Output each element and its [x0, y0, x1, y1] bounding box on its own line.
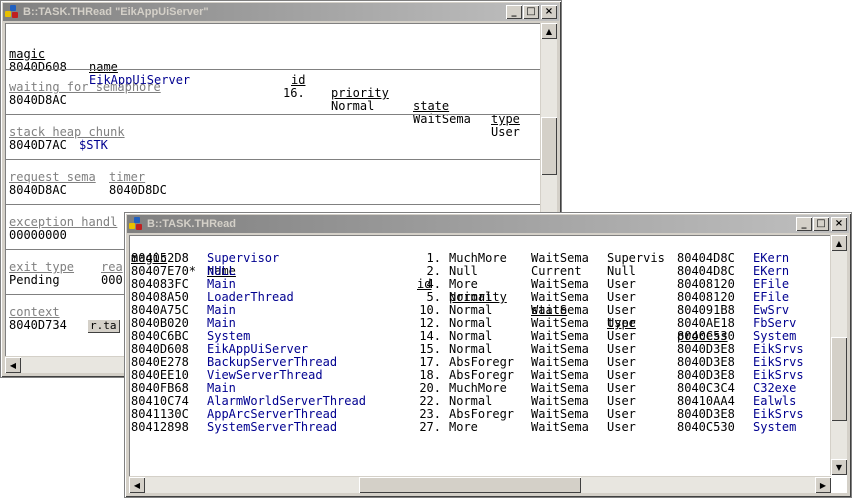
- vertical-scrollbar[interactable]: ▲ ▼: [830, 235, 847, 475]
- app-icon: [129, 217, 143, 231]
- scroll-left-icon[interactable]: ◀: [129, 477, 145, 493]
- row-id: 16.: [283, 86, 305, 100]
- divider: [5, 249, 135, 250]
- context-value[interactable]: 8040D734: [9, 319, 67, 332]
- cell-priority: More: [449, 420, 478, 434]
- cell-state: WaitSema: [531, 420, 589, 434]
- list-window-title: B::TASK.THRead: [147, 218, 237, 230]
- divider: [5, 294, 135, 295]
- close-icon[interactable]: ×: [541, 5, 557, 19]
- exception-value[interactable]: 00000000: [9, 229, 67, 242]
- list-window-titlebar[interactable]: B::TASK.THRead _ □ ×: [127, 215, 849, 233]
- timer-value[interactable]: 8040D8DC: [109, 184, 167, 197]
- divider: [5, 69, 543, 70]
- stack-value[interactable]: 8040D7AC: [9, 139, 67, 152]
- cell-id: 27.: [419, 420, 441, 434]
- scroll-thumb[interactable]: [831, 337, 847, 421]
- minimize-icon[interactable]: _: [506, 5, 522, 19]
- scroll-left-icon[interactable]: ◀: [5, 357, 21, 373]
- scroll-right-icon[interactable]: ▶: [815, 477, 831, 493]
- row-priority: Normal: [331, 99, 375, 113]
- scroll-up-icon[interactable]: ▲: [831, 235, 847, 251]
- exit-reason-value: 000: [101, 273, 123, 287]
- maximize-icon[interactable]: □: [813, 217, 829, 231]
- row-type: User: [491, 125, 520, 139]
- cell-owner[interactable]: System: [753, 421, 796, 434]
- divider: [5, 159, 543, 160]
- context-register-button[interactable]: r.ta: [87, 319, 120, 333]
- semaphore-value[interactable]: 8040D8AC: [9, 94, 67, 107]
- cell-type: User: [607, 420, 636, 434]
- cell-name[interactable]: SystemServerThread: [207, 421, 337, 434]
- scroll-down-icon[interactable]: ▼: [831, 459, 847, 475]
- detail-window-titlebar[interactable]: B::TASK.THRead "EikAppUiServer" _ □ ×: [3, 3, 559, 21]
- cell-magic[interactable]: 80412898: [131, 421, 189, 434]
- divider: [5, 114, 543, 115]
- close-icon[interactable]: ×: [831, 217, 847, 231]
- row-magic[interactable]: 8040D608: [9, 61, 67, 74]
- hscroll-thumb[interactable]: [359, 477, 581, 493]
- request-sema-value[interactable]: 8040D8AC: [9, 184, 67, 197]
- detail-window-title: B::TASK.THRead "EikAppUiServer": [23, 6, 209, 18]
- horizontal-scrollbar[interactable]: ◀ ▶: [129, 476, 831, 493]
- scroll-up-icon[interactable]: ▲: [541, 23, 557, 39]
- maximize-icon[interactable]: □: [523, 5, 539, 19]
- thread-list-content: magic name id priority state type proces…: [129, 235, 847, 493]
- stack-symbol[interactable]: $STK: [79, 139, 108, 152]
- divider: [5, 204, 543, 205]
- cell-process[interactable]: 8040C530: [677, 421, 735, 434]
- minimize-icon[interactable]: _: [796, 217, 812, 231]
- task-thread-list-window: B::TASK.THRead _ □ × magic name id prior…: [124, 212, 852, 498]
- exit-type-value: Pending: [9, 273, 60, 287]
- app-icon: [5, 5, 19, 19]
- scroll-thumb[interactable]: [541, 117, 557, 175]
